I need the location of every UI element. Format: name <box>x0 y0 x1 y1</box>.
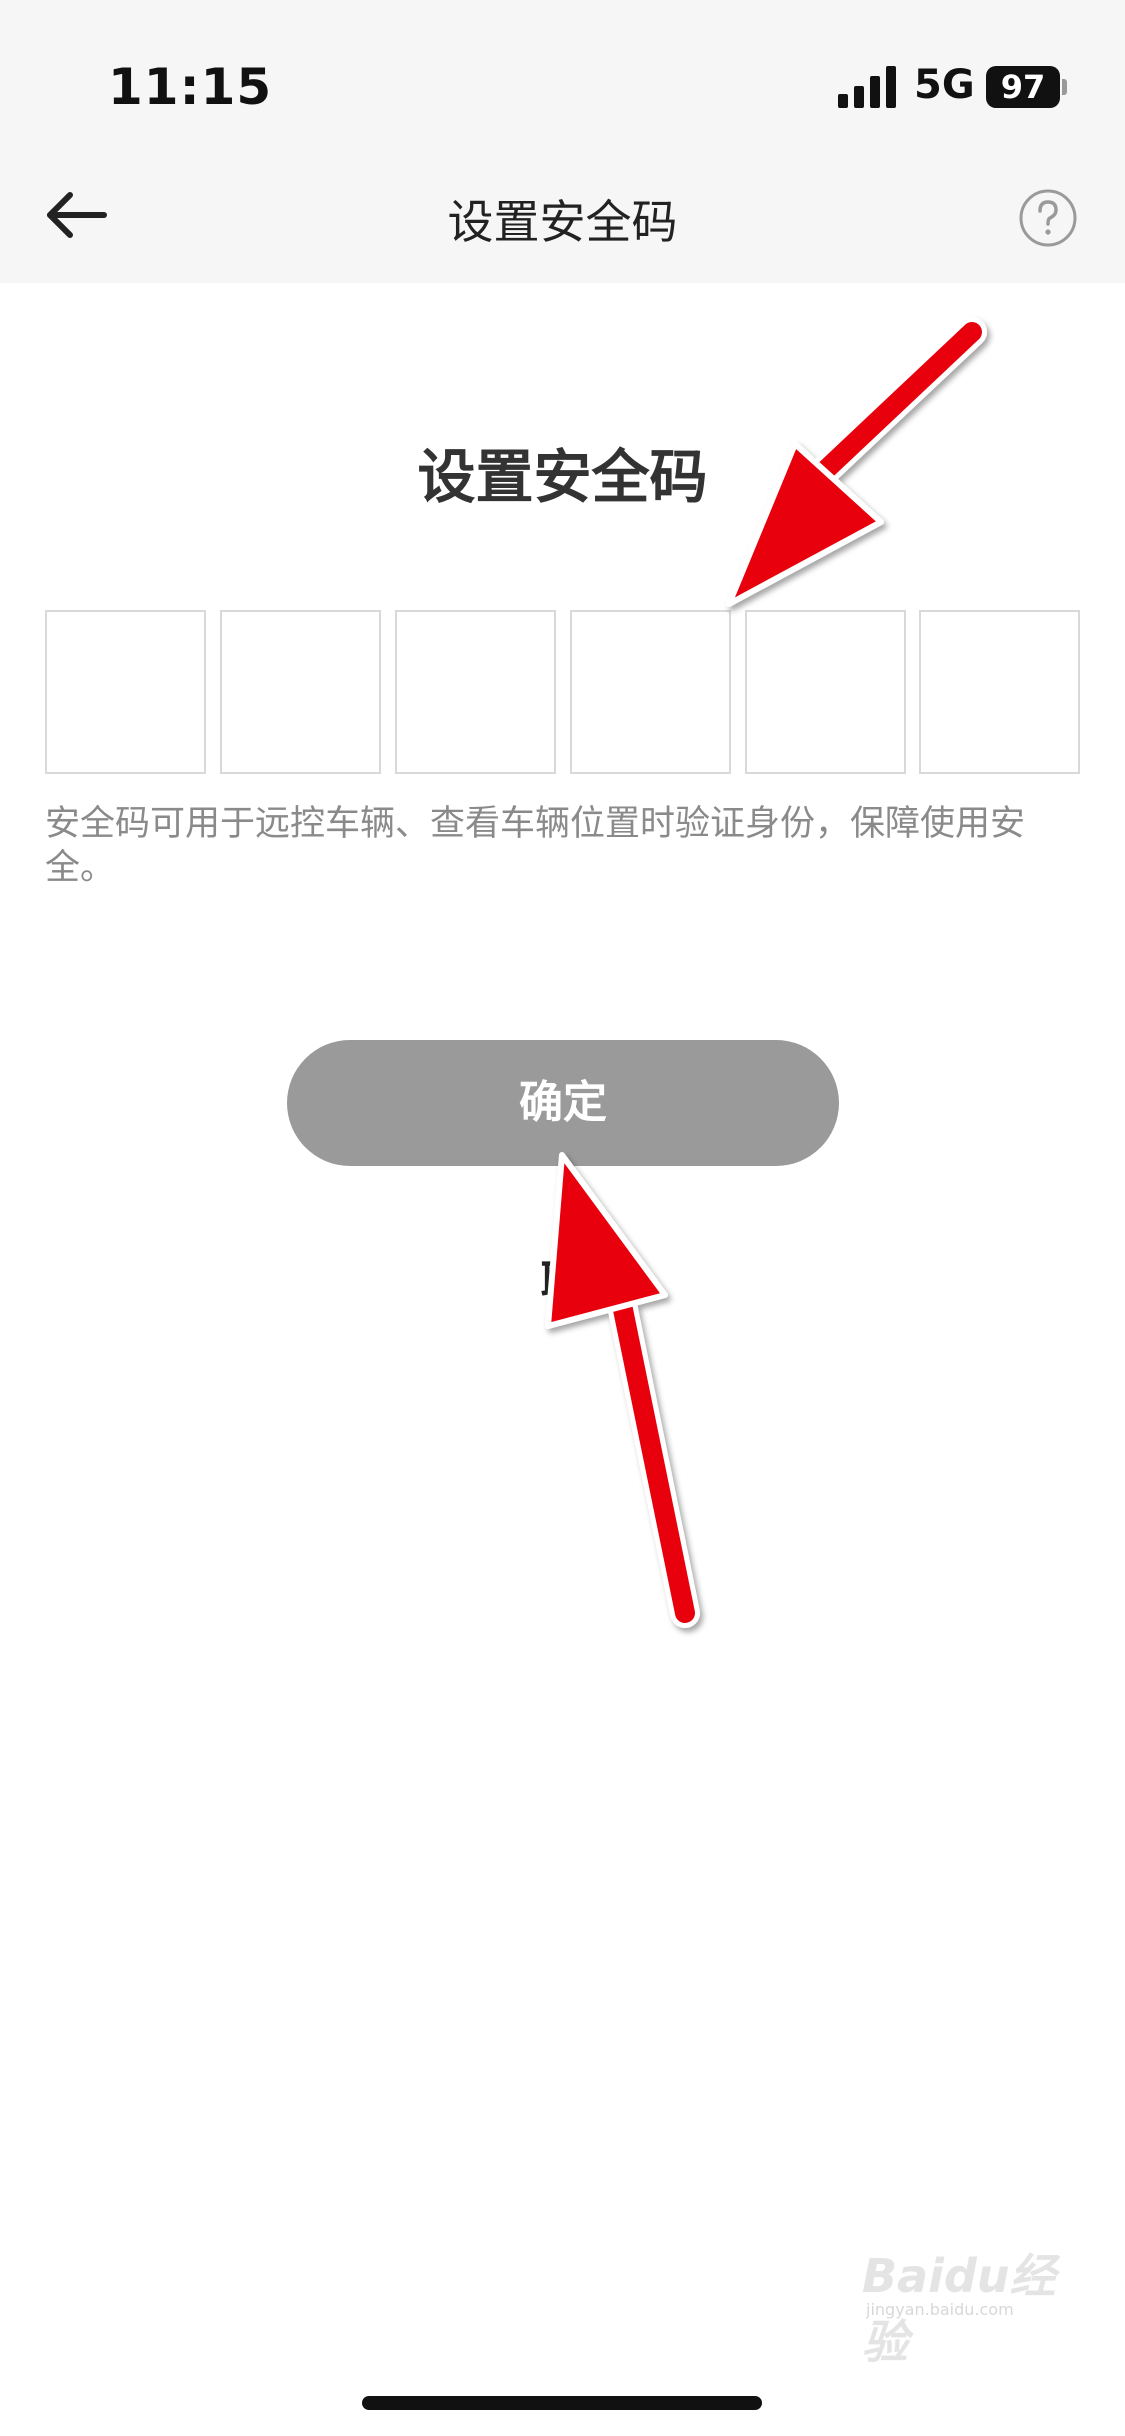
nav-title: 设置安全码 <box>447 195 678 249</box>
code-box-2[interactable] <box>220 610 381 774</box>
battery-cap <box>1062 79 1067 95</box>
watermark-sub: jingyan.baidu.com <box>866 2300 1014 2319</box>
code-box-3[interactable] <box>395 610 556 774</box>
security-code-input[interactable] <box>45 610 1080 774</box>
battery-level: 97 <box>986 66 1060 108</box>
home-indicator[interactable] <box>362 2396 762 2410</box>
annotation-arrows <box>545 317 987 1628</box>
code-box-1[interactable] <box>45 610 206 774</box>
signal-icon <box>838 66 896 108</box>
security-code-hint: 安全码可用于远控车辆、查看车辆位置时验证身份，保障使用安全。 <box>45 804 1026 888</box>
code-box-6[interactable] <box>919 610 1080 774</box>
confirm-button[interactable]: 确定 <box>287 1040 839 1166</box>
arrow-to-confirm-button <box>545 1152 700 1628</box>
page-heading: 设置安全码 <box>417 443 708 511</box>
status-time: 11:15 <box>108 58 273 116</box>
baidu-watermark: Baidu经验 jingyan.baidu.com <box>862 2240 1082 2369</box>
help-icon[interactable] <box>1018 188 1078 248</box>
code-box-5[interactable] <box>745 610 906 774</box>
top-bar: 11:15 5G 97 设置安全码 <box>0 0 1125 283</box>
battery-icon: 97 <box>986 66 1067 108</box>
code-box-4[interactable] <box>570 610 731 774</box>
network-label: 5G <box>914 62 975 108</box>
cancel-button[interactable]: 取 <box>0 1246 1125 1310</box>
